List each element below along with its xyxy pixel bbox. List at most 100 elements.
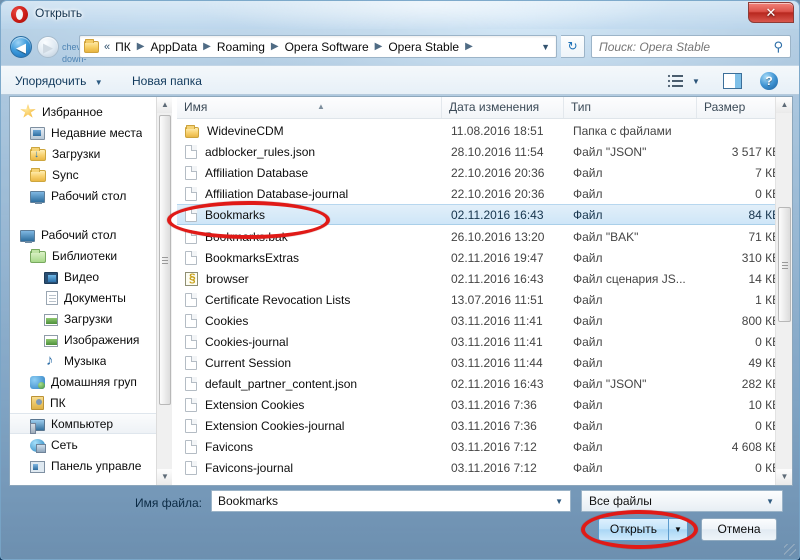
filename-field[interactable]: ▼: [211, 490, 571, 512]
new-folder-button[interactable]: Новая папка: [132, 72, 202, 91]
filename-input[interactable]: [218, 494, 556, 508]
scroll-up-arrow[interactable]: ▲: [157, 97, 172, 113]
close-button[interactable]: ✕: [748, 2, 794, 23]
file-list-scrollbar[interactable]: ▲ ▼: [775, 97, 792, 485]
organize-label: Упорядочить: [15, 74, 87, 88]
table-row[interactable]: browser 02.11.2016 16:43 Файл сценария J…: [177, 268, 792, 289]
sidebar-item-downloads[interactable]: Загрузки: [10, 143, 172, 164]
breadcrumb-overflow[interactable]: «: [102, 41, 114, 53]
scroll-down-arrow[interactable]: ▼: [776, 469, 792, 485]
sidebar-item-favorites[interactable]: Избранное: [10, 101, 172, 122]
file-date: 02.11.2016 19:47: [451, 250, 544, 265]
breadcrumb-item-0[interactable]: ПК: [114, 40, 132, 54]
file-date: 03.11.2016 7:36: [451, 397, 537, 412]
scroll-down-arrow[interactable]: ▼: [157, 469, 172, 485]
breadcrumb-item-3[interactable]: Opera Software: [284, 40, 370, 54]
navigation-pane[interactable]: Избранное Недавние места Загрузки Sync Р…: [10, 97, 172, 485]
breadcrumb-item-1[interactable]: AppData: [149, 40, 198, 54]
sidebar-item-pictures[interactable]: Изображения: [10, 329, 172, 350]
back-arrow-icon: ◀: [16, 39, 26, 55]
file-name: BookmarksExtras: [205, 250, 300, 265]
table-row[interactable]: Extension Cookies 03.11.2016 7:36 Файл 1…: [177, 394, 792, 415]
file-icon: [185, 144, 197, 159]
sidebar-item-documents[interactable]: Документы: [10, 287, 172, 308]
help-button[interactable]: ?: [760, 72, 778, 90]
column-header-name[interactable]: Имя ▲: [177, 97, 442, 118]
search-input[interactable]: [599, 39, 774, 54]
column-header-date[interactable]: Дата изменения: [442, 97, 564, 118]
sidebar-item-desktop[interactable]: Рабочий стол: [10, 224, 172, 245]
table-row[interactable]: Bookmarks.bak 26.10.2016 13:20 Файл "BAK…: [177, 226, 792, 247]
address-dropdown-icon[interactable]: ▼: [541, 42, 550, 52]
cancel-button[interactable]: Отмена: [701, 518, 777, 541]
sidebar-item-desktop-fav[interactable]: Рабочий стол: [10, 185, 172, 206]
file-name: Extension Cookies: [205, 397, 305, 412]
file-type: Файл "JSON": [573, 376, 647, 391]
forward-button[interactable]: ▶: [37, 36, 59, 58]
sidebar-item-label: Рабочий стол: [41, 227, 117, 242]
address-bar[interactable]: « ПК ▶ AppData ▶ Roaming ▶ Opera Softwar…: [79, 35, 557, 58]
sidebar-item-downloads-lib[interactable]: Загрузки: [10, 308, 172, 329]
sidebar-item-music[interactable]: Музыка: [10, 350, 172, 371]
sidebar-item-network[interactable]: Сеть: [10, 434, 172, 455]
table-row[interactable]: Current Session 03.11.2016 11:44 Файл 49…: [177, 352, 792, 373]
sidebar-item-control-panel[interactable]: Панель управле: [10, 455, 172, 476]
breadcrumb-separator[interactable]: ▶: [266, 41, 284, 52]
file-type-filter-select[interactable]: Все файлы ▼: [581, 490, 783, 512]
breadcrumb-item-2[interactable]: Roaming: [216, 40, 266, 54]
file-type: Файл сценария JS...: [573, 271, 686, 286]
file-icon: [185, 250, 197, 265]
scrollbar-thumb[interactable]: [778, 207, 791, 322]
refresh-icon[interactable]: ↻: [561, 35, 585, 58]
column-header-size[interactable]: Размер: [697, 97, 783, 118]
open-button[interactable]: Открыть: [598, 518, 668, 541]
breadcrumb-separator[interactable]: ▶: [370, 41, 388, 52]
file-icon: [185, 439, 197, 454]
sidebar-item-sync[interactable]: Sync: [10, 164, 172, 185]
title-bar[interactable]: Открыть ✕: [1, 1, 799, 29]
table-row-selected[interactable]: Bookmarks 02.11.2016 16:43 Файл 84 КБ: [177, 204, 792, 225]
navigation-pane-scrollbar[interactable]: ▲ ▼: [156, 97, 172, 485]
resize-grip-icon[interactable]: [784, 544, 796, 556]
search-icon[interactable]: ⚲: [773, 39, 783, 55]
table-row[interactable]: Affiliation Database 22.10.2016 20:36 Фа…: [177, 162, 792, 183]
folder-icon: [185, 124, 199, 138]
chevron-down-icon[interactable]: ▼: [692, 77, 700, 86]
sidebar-item-video[interactable]: Видео: [10, 266, 172, 287]
file-date: 03.11.2016 11:41: [451, 334, 543, 349]
breadcrumb-separator[interactable]: ▶: [198, 41, 216, 52]
back-button[interactable]: ◀: [10, 36, 32, 58]
file-date: 13.07.2016 11:51: [451, 292, 544, 307]
table-row[interactable]: Extension Cookies-journal 03.11.2016 7:3…: [177, 415, 792, 436]
sidebar-item-libraries[interactable]: Библиотеки: [10, 245, 172, 266]
breadcrumb-separator[interactable]: ▶: [460, 41, 478, 52]
breadcrumb-item-4[interactable]: Opera Stable: [387, 40, 460, 54]
table-row[interactable]: adblocker_rules.json 28.10.2016 11:54 Фа…: [177, 141, 792, 162]
search-box[interactable]: ⚲: [591, 35, 791, 58]
organize-button[interactable]: Упорядочить ▼: [15, 72, 103, 91]
scrollbar-thumb[interactable]: [159, 115, 171, 405]
table-row[interactable]: Favicons 03.11.2016 7:12 Файл 4 608 КБ: [177, 436, 792, 457]
sidebar-item-computer[interactable]: Компьютер: [10, 413, 172, 434]
chevron-down-icon[interactable]: ▼: [555, 497, 563, 506]
table-row[interactable]: Affiliation Database-journal 22.10.2016 …: [177, 183, 792, 204]
column-header-type[interactable]: Тип: [564, 97, 697, 118]
breadcrumb-separator[interactable]: ▶: [132, 41, 150, 52]
scroll-up-arrow[interactable]: ▲: [776, 97, 792, 113]
table-row[interactable]: Favicons-journal 03.11.2016 7:12 Файл 0 …: [177, 457, 792, 478]
table-row[interactable]: Cookies 03.11.2016 11:41 Файл 800 КБ: [177, 310, 792, 331]
table-row[interactable]: BookmarksExtras 02.11.2016 19:47 Файл 31…: [177, 247, 792, 268]
open-split-dropdown-button[interactable]: ▼: [668, 518, 688, 541]
table-row[interactable]: Cookies-journal 03.11.2016 11:41 Файл 0 …: [177, 331, 792, 352]
preview-pane-icon[interactable]: [723, 73, 742, 89]
view-mode-icon[interactable]: [667, 73, 685, 89]
table-row[interactable]: WidevineCDM 11.08.2016 18:51 Папка с фай…: [177, 120, 792, 141]
sidebar-item-recent-places[interactable]: Недавние места: [10, 122, 172, 143]
table-row[interactable]: default_partner_content.json 02.11.2016 …: [177, 373, 792, 394]
file-list-pane[interactable]: Имя ▲ Дата изменения Тип Размер Widevine…: [177, 97, 792, 485]
sidebar-item-homegroup[interactable]: Домашняя груп: [10, 371, 172, 392]
sidebar-item-pk[interactable]: ПК: [10, 392, 172, 413]
file-name: adblocker_rules.json: [205, 144, 316, 159]
table-row[interactable]: Certificate Revocation Lists 13.07.2016 …: [177, 289, 792, 310]
chevron-down-icon[interactable]: chevron-down-icon: [62, 41, 97, 76]
